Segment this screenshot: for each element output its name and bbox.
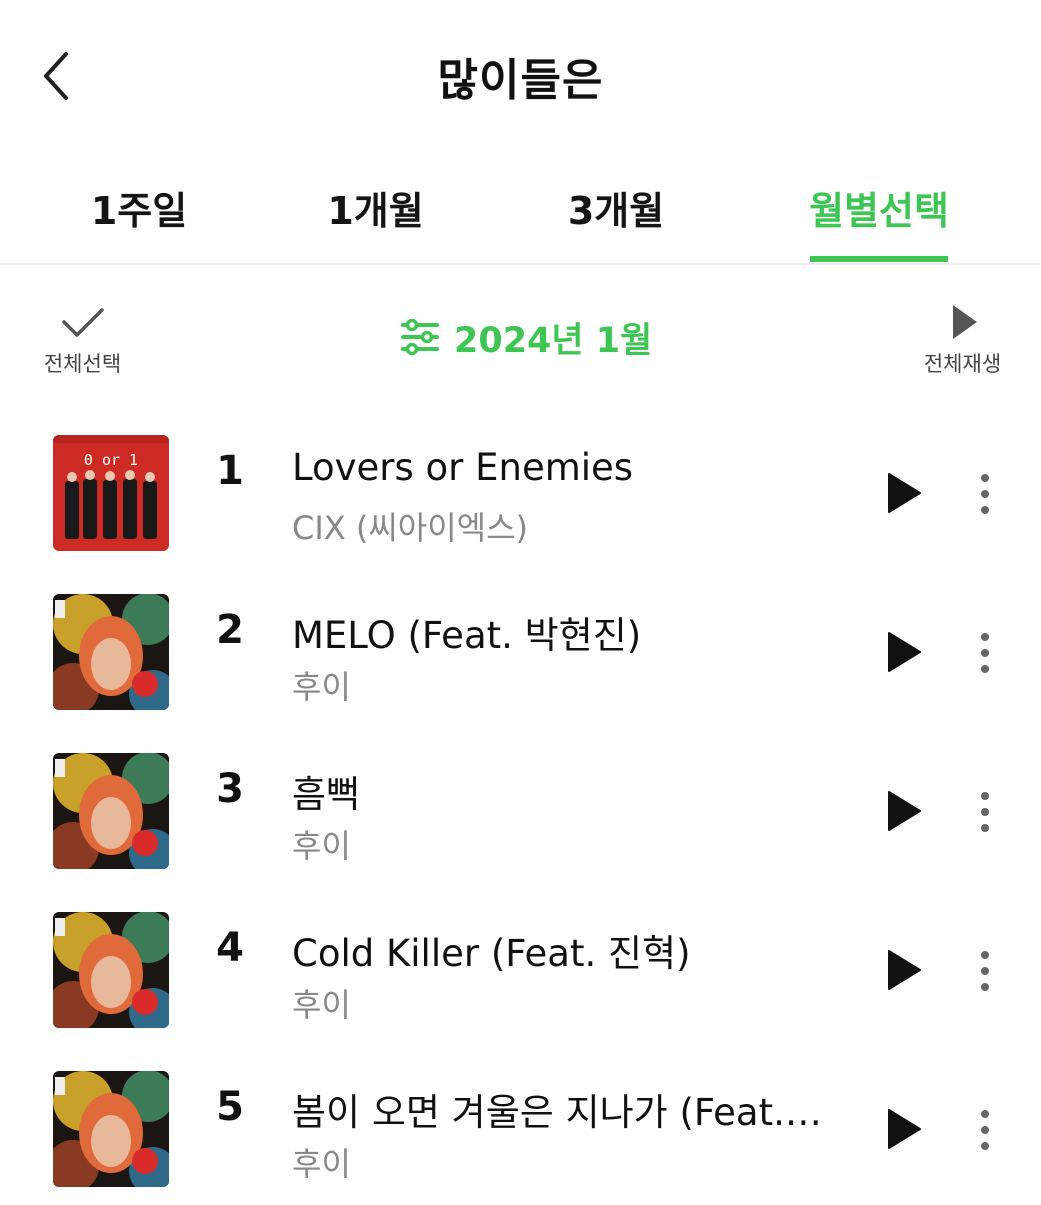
track-artist: 후이 — [292, 986, 351, 1024]
period-tabs: 1주일 1개월 3개월 월별선택 — [0, 160, 1041, 265]
more-button[interactable] — [970, 788, 1000, 836]
play-icon — [888, 473, 921, 513]
track-title: Lovers or Enemies — [292, 446, 634, 489]
track-artist: 후이 — [292, 1145, 351, 1183]
play-icon — [888, 1109, 921, 1149]
active-tab-indicator — [810, 256, 948, 262]
play-all-button[interactable]: 전체재생 — [915, 302, 1010, 378]
track-rank: 2 — [216, 607, 244, 653]
more-vertical-icon — [981, 633, 989, 673]
track-rank: 4 — [216, 925, 244, 971]
track-rank: 3 — [216, 766, 244, 812]
track-artist: 후이 — [292, 668, 351, 706]
track-title: 흠뻑 — [292, 773, 361, 816]
track-row[interactable]: 4 Cold Killer (Feat. 진혁) 후이 — [0, 887, 1041, 1046]
track-row[interactable]: 3 흠뻑 후이 — [0, 728, 1041, 887]
more-vertical-icon — [981, 792, 989, 832]
tab-1-week[interactable]: 1주일 — [84, 180, 194, 235]
month-selector[interactable]: 2024년 1월 — [400, 312, 652, 362]
album-cover — [53, 912, 169, 1028]
more-vertical-icon — [981, 1110, 989, 1150]
month-label: 2024년 1월 — [454, 320, 653, 361]
header: 많이들은 — [0, 0, 1041, 150]
toolbar: 전체선택 2024년 1월 전체재생 — [0, 290, 1041, 390]
more-vertical-icon — [981, 474, 989, 514]
check-icon — [61, 308, 104, 337]
album-cover — [53, 753, 169, 869]
page-title: 많이들은 — [437, 55, 604, 106]
more-button[interactable] — [970, 1106, 1000, 1154]
album-cover-text: 0 or 1 — [84, 451, 138, 469]
select-all-label: 전체선택 — [43, 352, 122, 376]
select-all-button[interactable]: 전체선택 — [30, 302, 135, 378]
play-icon — [888, 632, 921, 672]
play-button[interactable] — [884, 949, 924, 991]
tab-monthly-select[interactable]: 월별선택 — [802, 180, 956, 235]
more-vertical-icon — [981, 951, 989, 991]
track-artist: CIX (씨아이엑스) — [292, 509, 529, 547]
track-row[interactable]: 2 MELO (Feat. 박현진) 후이 — [0, 569, 1041, 728]
track-row[interactable]: 0 or 1 1 Lovers or Enemies CIX (씨아이엑스) — [0, 410, 1041, 569]
play-icon — [888, 791, 921, 831]
track-rank: 1 — [216, 448, 244, 494]
album-cover — [53, 594, 169, 710]
track-rank: 5 — [216, 1084, 244, 1130]
play-all-label: 전체재생 — [923, 352, 1002, 376]
more-button[interactable] — [970, 470, 1000, 518]
track-row[interactable]: 5 봄이 오면 겨울은 지나가 (Feat.… 후이 — [0, 1046, 1041, 1205]
track-title: 봄이 오면 겨울은 지나가 (Feat.… — [292, 1091, 822, 1134]
tab-3-months[interactable]: 3개월 — [556, 180, 676, 235]
track-artist: 후이 — [292, 827, 351, 865]
track-title: MELO (Feat. 박현진) — [292, 614, 642, 657]
play-button[interactable] — [884, 631, 924, 673]
play-button[interactable] — [884, 1108, 924, 1150]
play-icon — [952, 305, 977, 339]
tab-1-month[interactable]: 1개월 — [318, 180, 433, 235]
play-button[interactable] — [884, 790, 924, 832]
play-button[interactable] — [884, 472, 924, 514]
album-cover — [53, 1071, 169, 1187]
track-title: Cold Killer (Feat. 진혁) — [292, 932, 691, 975]
sliders-icon — [401, 318, 439, 356]
more-button[interactable] — [970, 629, 1000, 677]
play-icon — [888, 950, 921, 990]
more-button[interactable] — [970, 947, 1000, 995]
album-cover: 0 or 1 — [53, 435, 169, 551]
